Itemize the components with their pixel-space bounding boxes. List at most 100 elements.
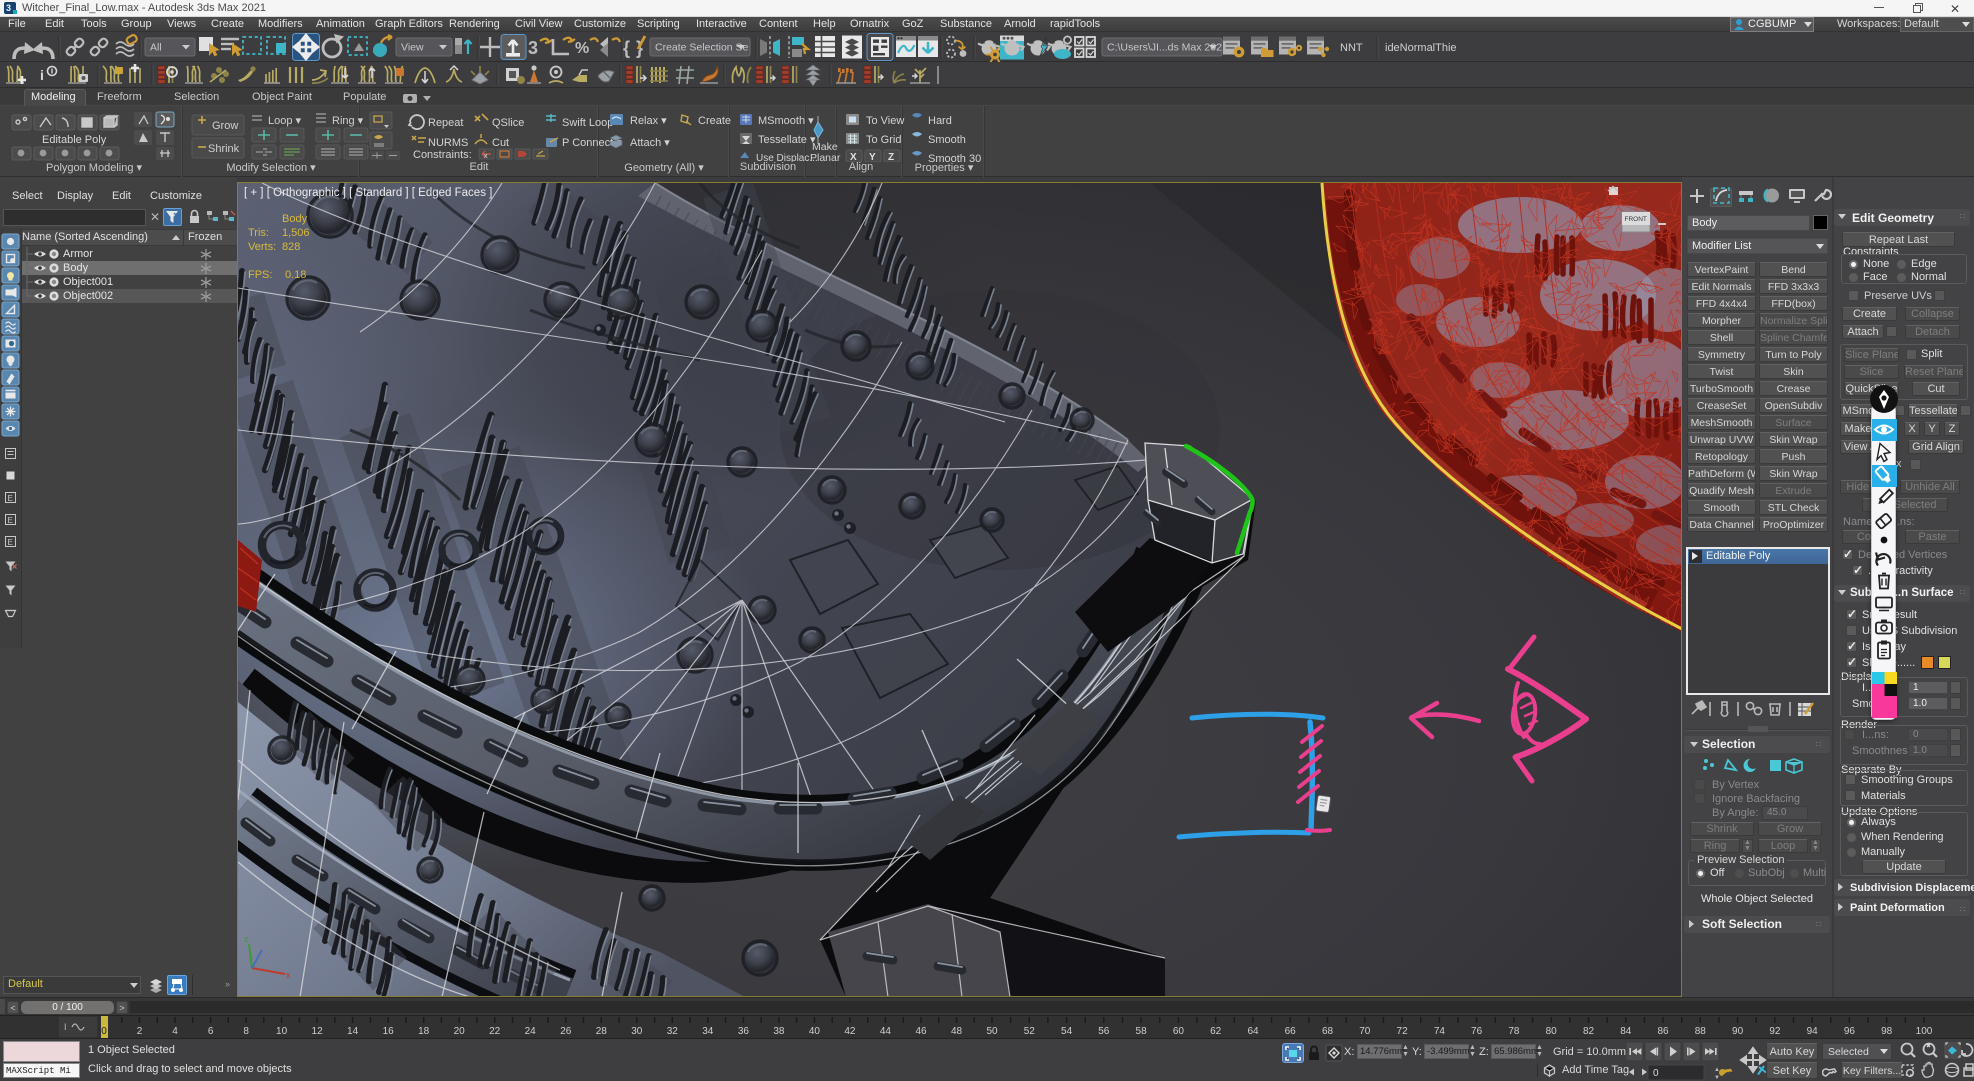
svg-text:32: 32: [667, 1026, 679, 1037]
svg-text:Smooth: Smooth: [928, 134, 966, 146]
svg-text:92: 92: [1769, 1026, 1781, 1037]
svg-text:62: 62: [1210, 1026, 1222, 1037]
svg-text:Tris:: Tris:: [248, 227, 269, 239]
svg-text:Tessellate ▾: Tessellate ▾: [758, 134, 816, 146]
svg-text:70: 70: [1359, 1026, 1371, 1037]
svg-text:To View: To View: [866, 115, 904, 127]
svg-text:Smooth 30: Smooth 30: [928, 153, 981, 162]
svg-text:36: 36: [738, 1026, 750, 1037]
svg-text:C:\Users\JI...ds Max 202:: C:\Users\JI...ds Max 202:: [1107, 42, 1225, 54]
svg-text:2: 2: [137, 1026, 143, 1037]
svg-text:E: E: [8, 516, 13, 525]
svg-text:64: 64: [1247, 1026, 1259, 1037]
svg-text:Planar: Planar: [810, 152, 841, 162]
svg-text:60: 60: [1173, 1026, 1185, 1037]
svg-text:82: 82: [1583, 1026, 1595, 1037]
svg-text:Relax ▾: Relax ▾: [630, 115, 667, 127]
svg-text:FRONT: FRONT: [1625, 216, 1647, 223]
svg-text:20: 20: [454, 1026, 466, 1037]
svg-text:Cut: Cut: [492, 137, 509, 149]
svg-text:3: 3: [528, 38, 538, 58]
svg-text:78: 78: [1508, 1026, 1520, 1037]
svg-text:1,506: 1,506: [282, 227, 310, 239]
svg-text:96: 96: [1844, 1026, 1856, 1037]
svg-text:88: 88: [1695, 1026, 1707, 1037]
svg-text:0: 0: [1653, 1068, 1659, 1079]
svg-text:x: x: [484, 153, 488, 160]
svg-text:{: {: [623, 38, 630, 58]
svg-text:Z: Z: [888, 152, 894, 162]
svg-text:100: 100: [1916, 1026, 1933, 1037]
svg-text:Shrink: Shrink: [208, 143, 240, 155]
svg-text:Attach ▾: Attach ▾: [630, 137, 670, 149]
svg-text:24: 24: [525, 1026, 537, 1037]
svg-text:14: 14: [347, 1026, 359, 1037]
svg-text:26: 26: [560, 1026, 572, 1037]
svg-text:30: 30: [631, 1026, 643, 1037]
svg-text:98: 98: [1881, 1026, 1893, 1037]
svg-text:%: %: [575, 40, 589, 57]
svg-text:Verts:: Verts:: [248, 241, 276, 253]
svg-text:Swift Loop: Swift Loop: [562, 117, 613, 129]
svg-text:▼: ▼: [1714, 1075, 1720, 1081]
svg-text:Use Displac...: Use Displac...: [756, 153, 818, 162]
svg-text:Body: Body: [282, 213, 308, 225]
svg-text:MSmooth ▾: MSmooth ▾: [758, 115, 814, 127]
svg-text:Editable Poly: Editable Poly: [42, 134, 107, 146]
svg-text:Loop ▾: Loop ▾: [268, 115, 302, 127]
svg-text:Y: Y: [869, 152, 876, 162]
svg-text:58: 58: [1136, 1026, 1148, 1037]
svg-text:E: E: [8, 538, 13, 547]
svg-text:View: View: [401, 42, 424, 54]
svg-text:34: 34: [702, 1026, 714, 1037]
svg-text:66: 66: [1285, 1026, 1297, 1037]
svg-text:16: 16: [383, 1026, 395, 1037]
svg-text:22: 22: [489, 1026, 501, 1037]
svg-text:72: 72: [1397, 1026, 1409, 1037]
svg-text:56: 56: [1098, 1026, 1110, 1037]
svg-text:ideNormalThie: ideNormalThie: [1385, 42, 1457, 54]
svg-text:28: 28: [596, 1026, 608, 1037]
svg-text:Repeat: Repeat: [428, 117, 463, 129]
svg-text:68: 68: [1322, 1026, 1334, 1037]
svg-text:0: 0: [101, 1026, 107, 1037]
svg-text:Ring ▾: Ring ▾: [332, 115, 364, 127]
svg-text:48: 48: [951, 1026, 963, 1037]
svg-text:50: 50: [986, 1026, 998, 1037]
svg-text:80: 80: [1546, 1026, 1558, 1037]
svg-text:0.18: 0.18: [285, 269, 306, 281]
svg-text:84: 84: [1620, 1026, 1632, 1037]
svg-text:Constraints:: Constraints:: [413, 149, 472, 161]
svg-text:8: 8: [243, 1026, 249, 1037]
svg-text:To Grid: To Grid: [866, 134, 901, 146]
svg-text:18: 18: [418, 1026, 430, 1037]
svg-text:All: All: [150, 42, 162, 54]
svg-text:QSlice: QSlice: [492, 117, 524, 129]
svg-text:44: 44: [880, 1026, 892, 1037]
svg-text:76: 76: [1471, 1026, 1483, 1037]
svg-text:86: 86: [1657, 1026, 1669, 1037]
svg-text:94: 94: [1807, 1026, 1819, 1037]
svg-text:X: X: [850, 152, 857, 162]
svg-text:10: 10: [276, 1026, 288, 1037]
svg-text:i: i: [40, 67, 44, 83]
svg-text:42: 42: [844, 1026, 856, 1037]
svg-text:Create Selection Se: Create Selection Se: [655, 42, 749, 54]
svg-text:4: 4: [172, 1026, 178, 1037]
svg-text:54: 54: [1061, 1026, 1073, 1037]
svg-text:I: I: [64, 1022, 67, 1032]
svg-text:Create: Create: [698, 115, 731, 127]
svg-text:Hard: Hard: [928, 115, 952, 127]
svg-text:NURMS: NURMS: [428, 137, 468, 149]
svg-text:90: 90: [1732, 1026, 1744, 1037]
svg-text:52: 52: [1024, 1026, 1036, 1037]
svg-text:z: z: [244, 934, 249, 944]
svg-text:FPS:: FPS:: [248, 269, 272, 281]
svg-text:E: E: [8, 494, 13, 503]
svg-text:46: 46: [915, 1026, 927, 1037]
svg-text:NNT: NNT: [1340, 42, 1363, 54]
svg-text:12: 12: [312, 1026, 324, 1037]
svg-text:[ + ] [ Orthographic ] [ Stand: [ + ] [ Orthographic ] [ Standard ] [ Ed…: [244, 187, 492, 199]
svg-text:x: x: [286, 970, 291, 980]
svg-text:828: 828: [282, 241, 300, 253]
